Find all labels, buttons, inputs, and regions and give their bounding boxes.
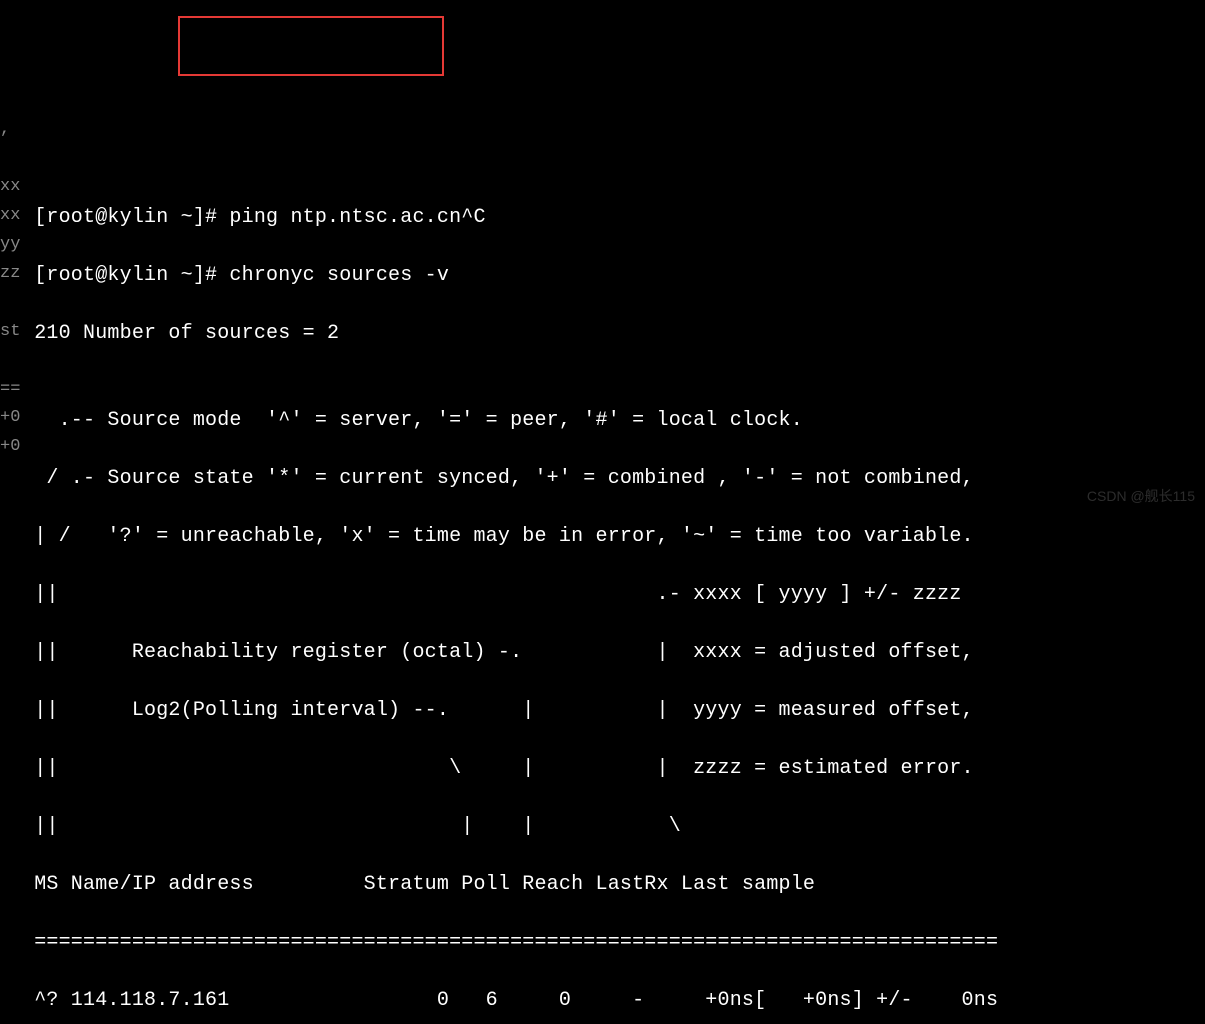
terminal-output[interactable]: [root@kylin ~]# ping ntp.ntsc.ac.cn^C [r… <box>0 174 1205 1024</box>
source-row: ^? 114.118.7.161 0 6 0 - +0ns[ +0ns] +/-… <box>22 986 1189 1015</box>
terminal-line: || | | \ <box>22 812 1189 841</box>
terminal-line: [root@kylin ~]# chronyc sources -v <box>22 261 1189 290</box>
terminal-line: || Reachability register (octal) -. | xx… <box>22 638 1189 667</box>
highlight-annotation <box>178 16 444 76</box>
terminal-line: || Log2(Polling interval) --. | | yyyy =… <box>22 696 1189 725</box>
terminal-line: || \ | | zzzz = estimated error. <box>22 754 1189 783</box>
terminal-line: .-- Source mode '^' = server, '=' = peer… <box>22 406 1189 435</box>
terminal-line: / .- Source state '*' = current synced, … <box>22 464 1189 493</box>
watermark-text: CSDN @舰长115 <box>1087 486 1195 506</box>
terminal-divider: ========================================… <box>22 928 1189 957</box>
terminal-line: [root@kylin ~]# ping ntp.ntsc.ac.cn^C <box>22 203 1189 232</box>
terminal-line: | / '?' = unreachable, 'x' = time may be… <box>22 522 1189 551</box>
terminal-header-row: MS Name/IP address Stratum Poll Reach La… <box>22 870 1189 899</box>
terminal-line: 210 Number of sources = 2 <box>22 319 1189 348</box>
terminal-line: || .- xxxx [ yyyy ] +/- zzzz <box>22 580 1189 609</box>
